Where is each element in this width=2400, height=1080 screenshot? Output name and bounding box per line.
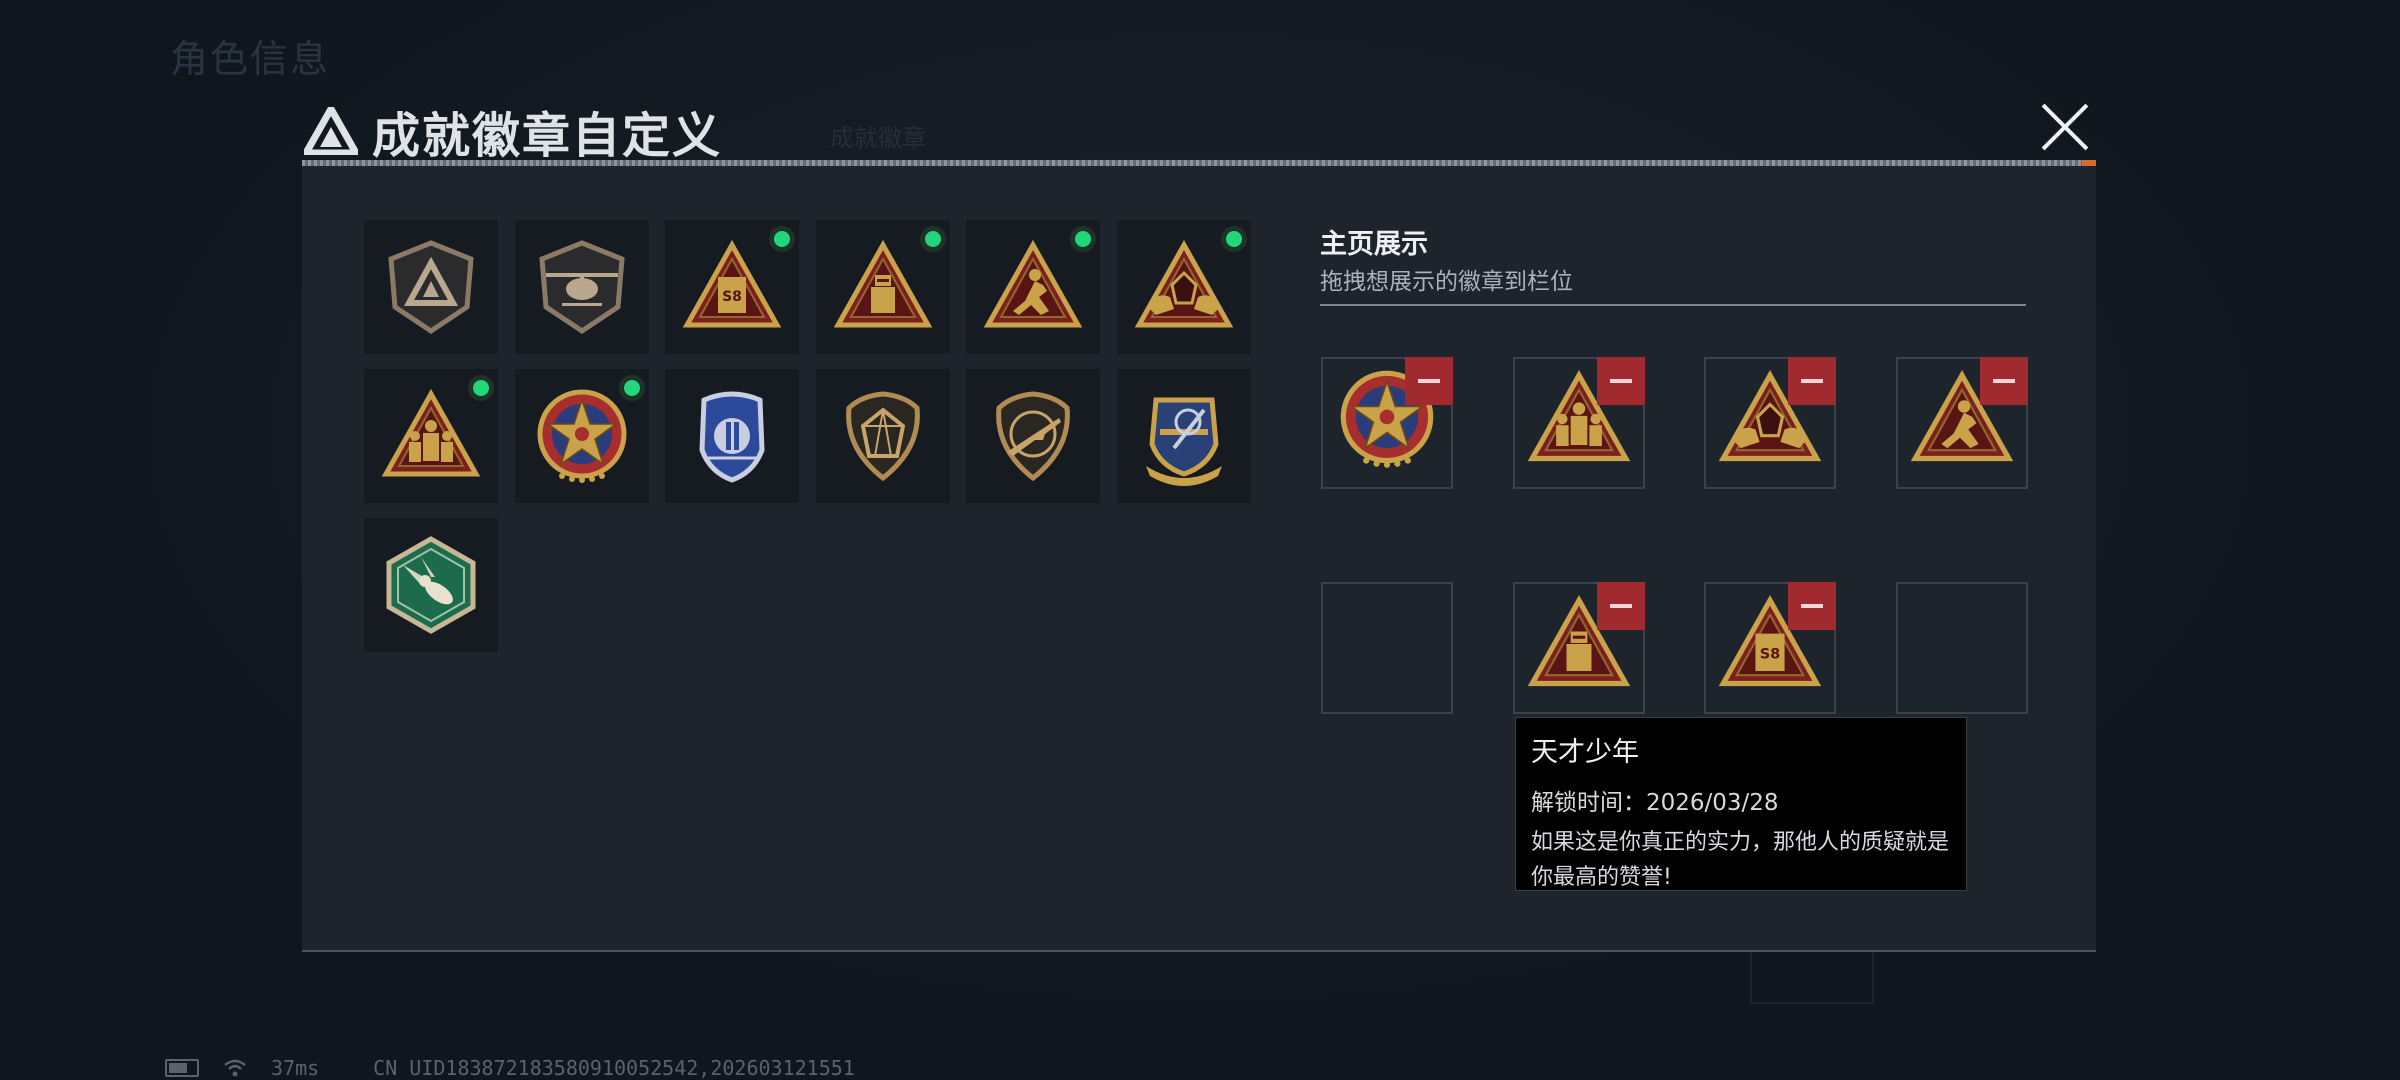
showcase-divider	[1320, 304, 2026, 306]
dialog-header: 成就徽章自定义	[304, 96, 722, 166]
badge-cell-base-shield[interactable]	[364, 220, 498, 354]
wifi-icon	[224, 1059, 246, 1077]
crest-shield-icon	[1145, 397, 1222, 486]
star-medal-icon	[537, 389, 626, 483]
equipped-dot-icon	[919, 226, 946, 252]
battery-icon	[165, 1059, 199, 1077]
badge-cell-hands-diamond[interactable]	[1116, 220, 1251, 354]
badge-cell-star-medal[interactable]	[514, 369, 649, 503]
badge-cell-squad[interactable]	[364, 369, 498, 503]
showcase-subtitle: 拖拽想展示的徽章到栏位	[1320, 269, 1573, 295]
showcase-slot[interactable]	[1704, 357, 1836, 489]
badge-cell-genius[interactable]	[815, 220, 950, 354]
equipped-dot-icon	[1070, 226, 1096, 252]
remove-minus-icon[interactable]	[1596, 582, 1645, 630]
close-icon[interactable]	[2040, 102, 2090, 152]
background-tab: 成就徽章	[830, 124, 926, 152]
helicopter-shield-icon	[538, 240, 625, 335]
triangle-runner-icon	[983, 237, 1083, 337]
badge-cell-s8[interactable]: S8	[665, 220, 799, 354]
remove-minus-icon[interactable]	[1596, 357, 1645, 405]
tooltip-description: 如果这是你真正的实力，那他人的质疑就是你最高的赞誉!	[1531, 830, 1950, 890]
showcase-title: 主页展示	[1320, 229, 1428, 260]
equipped-dot-icon	[468, 375, 494, 401]
tooltip-unlock-time: 解锁时间：2026/03/28	[1531, 790, 1779, 816]
triangle-s8-icon: S8	[682, 237, 782, 337]
badge-cell-helicopter[interactable]	[514, 220, 649, 354]
shield-triangle-icon	[388, 240, 474, 335]
triangle-squad-icon	[381, 386, 481, 486]
badge-cell-gem-shield[interactable]	[815, 369, 950, 503]
equipped-dot-icon	[769, 226, 795, 252]
badge-cell-rifle-shield[interactable]	[966, 369, 1100, 503]
hexagon-wasp-icon	[386, 536, 476, 634]
badge-cell-runner[interactable]	[966, 220, 1100, 354]
gem-shield-icon	[845, 391, 920, 482]
badge-tooltip: 天才少年 解锁时间：2026/03/28 如果这是你真正的实力，那他人的质疑就是…	[1515, 717, 1967, 891]
equipped-dot-icon	[1220, 226, 1247, 252]
remove-minus-icon[interactable]	[1979, 357, 2028, 405]
showcase-slot[interactable]	[1512, 357, 1645, 489]
svg-text:S8: S8	[1760, 646, 1781, 663]
police-badge-icon	[699, 391, 765, 483]
showcase-slot[interactable]	[1321, 357, 1453, 489]
uid-text: CN UID1838721835809100525​42,20260312155…	[373, 1056, 855, 1080]
status-bar: 37ms CN UID1838721835809100525​42,202603…	[165, 1056, 855, 1080]
background-title: 角色信息	[170, 37, 331, 81]
badge-cell-crest[interactable]	[1116, 369, 1251, 503]
showcase-slot[interactable]	[1895, 357, 2028, 489]
remove-minus-icon[interactable]	[1405, 357, 1453, 405]
showcase-slot-empty[interactable]	[1895, 582, 2028, 714]
game-logo-icon	[304, 107, 358, 155]
remove-minus-icon[interactable]	[1788, 582, 1836, 630]
badge-cell-wasp[interactable]	[364, 518, 498, 652]
showcase-slot[interactable]	[1512, 582, 1645, 714]
badge-cell-police[interactable]	[665, 369, 799, 503]
showcase-slot[interactable]: S8	[1704, 582, 1836, 714]
svg-text:S8: S8	[722, 289, 742, 305]
triangle-robot-icon	[833, 237, 933, 337]
equipped-dot-icon	[618, 375, 645, 401]
triangle-hands-icon	[1134, 237, 1234, 337]
rifle-shield-icon	[996, 391, 1070, 482]
ping-value: 37ms	[271, 1056, 320, 1080]
tooltip-badge-name: 天才少年	[1531, 737, 1639, 768]
showcase-slot-empty[interactable]	[1321, 582, 1453, 714]
dialog-title: 成就徽章自定义	[372, 108, 723, 164]
remove-minus-icon[interactable]	[1788, 357, 1836, 405]
